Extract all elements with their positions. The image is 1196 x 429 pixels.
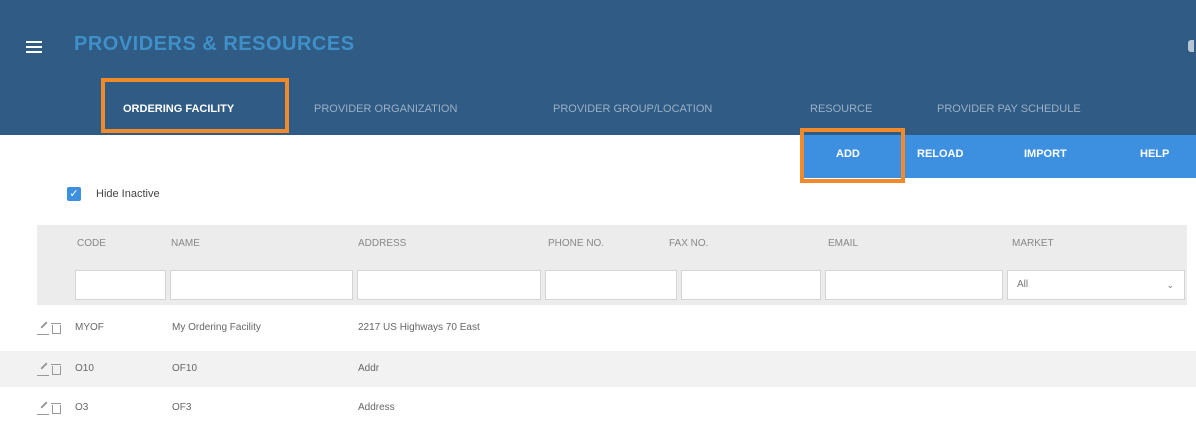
cell-address: 2217 US Highways 70 East [358,322,480,333]
tab-ordering-facility[interactable]: ORDERING FACILITY [123,94,234,124]
tab-provider-pay-schedule[interactable]: PROVIDER PAY SCHEDULE [937,94,1081,124]
grid-header: CODE NAME ADDRESS PHONE NO. FAX NO. EMAI… [37,225,1187,305]
column-header-phone[interactable]: PHONE NO. [548,238,604,249]
column-header-market[interactable]: MARKET [1012,238,1054,249]
edit-icon[interactable] [37,402,49,415]
column-header-code[interactable]: CODE [77,238,106,249]
tab-bar: ORDERING FACILITY PROVIDER ORGANIZATION … [0,94,1196,124]
cell-address: Address [358,402,395,413]
cell-name: OF3 [172,402,192,413]
column-header-fax[interactable]: FAX NO. [669,238,708,249]
cell-name: My Ordering Facility [172,322,261,333]
fax-filter-input[interactable] [681,270,821,300]
name-filter-input[interactable] [170,270,353,300]
table-row[interactable]: O10 OF10 Addr [0,351,1196,387]
cell-code: O3 [75,402,89,413]
column-header-name[interactable]: NAME [171,238,200,249]
tab-resource[interactable]: RESOURCE [810,94,872,124]
edit-icon[interactable] [37,322,49,335]
phone-filter-input[interactable] [545,270,677,300]
delete-icon[interactable] [50,322,62,334]
column-header-address[interactable]: ADDRESS [358,238,406,249]
tab-provider-organization[interactable]: PROVIDER ORGANIZATION [314,94,457,124]
add-button[interactable]: ADD [836,135,860,173]
market-filter-value: All [1017,279,1029,290]
address-filter-input[interactable] [357,270,541,300]
help-button[interactable]: HELP [1140,135,1169,173]
tab-provider-group-location[interactable]: PROVIDER GROUP/LOCATION [553,94,712,124]
email-filter-input[interactable] [825,270,1003,300]
action-toolbar: ADD RELOAD IMPORT HELP [802,135,1196,178]
page-title: PROVIDERS & RESOURCES [74,33,355,55]
edit-icon[interactable] [37,363,49,376]
delete-icon[interactable] [50,402,62,414]
hide-inactive-checkbox[interactable]: ✓ [67,187,81,201]
table-row[interactable]: O3 OF3 Address [0,390,1196,426]
cell-code: MYOF [75,322,104,333]
delete-icon[interactable] [50,363,62,375]
cell-code: O10 [75,363,94,374]
cell-name: OF10 [172,363,198,374]
table-row[interactable]: MYOF My Ordering Facility 2217 US Highwa… [0,310,1196,346]
collapse-handle-icon[interactable] [1188,40,1194,52]
app-header: PROVIDERS & RESOURCES ORDERING FACILITY … [0,0,1196,135]
hamburger-menu-icon[interactable] [26,41,42,53]
cell-address: Addr [358,363,380,374]
code-filter-input[interactable] [75,270,166,300]
column-header-email[interactable]: EMAIL [828,238,858,249]
import-button[interactable]: IMPORT [1024,135,1067,173]
hide-inactive-label: Hide Inactive [96,188,160,200]
reload-button[interactable]: RELOAD [917,135,963,173]
market-filter-select[interactable]: All ⌄ [1007,270,1185,300]
chevron-down-icon: ⌄ [1166,280,1174,290]
